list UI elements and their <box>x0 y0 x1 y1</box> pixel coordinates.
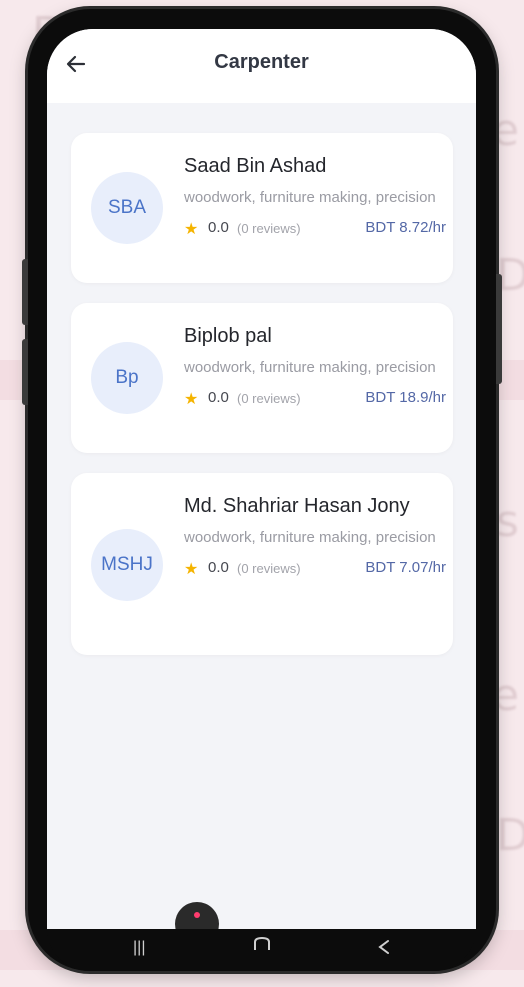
provider-card[interactable]: MSHJ Md. Shahriar Hasan Jony woodwork, f… <box>71 473 453 655</box>
phone-frame: Carpenter SBA Saad Bin Ashad woodwork, f… <box>22 9 502 971</box>
provider-info: Md. Shahriar Hasan Jony woodwork, furnit… <box>184 491 446 580</box>
provider-skills: woodwork, furniture making, precision <box>184 529 436 546</box>
backdrop-glyph: e <box>492 105 520 156</box>
provider-skills: woodwork, furniture making, precision <box>184 189 436 206</box>
rating-value: 0.0 <box>208 219 229 236</box>
avatar: MSHJ <box>91 529 163 601</box>
provider-card[interactable]: Bp Biplob pal woodwork, furniture making… <box>71 303 453 453</box>
system-nav-bar: ||| <box>47 929 476 971</box>
rating-value: 0.0 <box>208 389 229 406</box>
page-title: Carpenter <box>214 51 309 73</box>
rating-value: 0.0 <box>208 559 229 576</box>
backdrop-glyph: D <box>496 810 524 861</box>
provider-card[interactable]: SBA Saad Bin Ashad woodwork, furniture m… <box>71 133 453 283</box>
home-icon[interactable] <box>253 936 271 956</box>
provider-name: Biplob pal <box>184 325 272 347</box>
star-icon: ★ <box>184 221 199 238</box>
provider-meta: ★ 0.0 (0 reviews) BDT 7.07/hr <box>184 556 446 580</box>
power-button <box>496 274 502 384</box>
provider-meta: ★ 0.0 (0 reviews) BDT 8.72/hr <box>184 216 446 240</box>
volume-up-button <box>22 259 28 325</box>
notification-dot <box>194 912 200 918</box>
hourly-rate: BDT 8.72/hr <box>365 219 446 236</box>
backdrop-glyph: s <box>496 496 519 547</box>
review-count: (0 reviews) <box>237 391 301 406</box>
recents-icon[interactable]: ||| <box>133 939 145 957</box>
review-count: (0 reviews) <box>237 561 301 576</box>
star-icon: ★ <box>184 561 199 578</box>
provider-skills: woodwork, furniture making, precision <box>184 359 436 376</box>
avatar: Bp <box>91 342 163 414</box>
app-bar: Carpenter <box>47 29 476 103</box>
hourly-rate: BDT 7.07/hr <box>365 559 446 576</box>
provider-info: Biplob pal woodwork, furniture making, p… <box>184 321 446 410</box>
provider-name: Md. Shahriar Hasan Jony <box>184 495 410 517</box>
app-screen: Carpenter SBA Saad Bin Ashad woodwork, f… <box>47 29 476 929</box>
star-icon: ★ <box>184 391 199 408</box>
provider-list: SBA Saad Bin Ashad woodwork, furniture m… <box>71 133 453 675</box>
avatar: SBA <box>91 172 163 244</box>
review-count: (0 reviews) <box>237 221 301 236</box>
volume-down-button <box>22 339 28 405</box>
provider-meta: ★ 0.0 (0 reviews) BDT 18.9/hr <box>184 386 446 410</box>
back-icon[interactable] <box>377 939 391 960</box>
backdrop-glyph: e <box>492 670 520 721</box>
provider-info: Saad Bin Ashad woodwork, furniture makin… <box>184 151 446 240</box>
hourly-rate: BDT 18.9/hr <box>365 389 446 406</box>
provider-name: Saad Bin Ashad <box>184 155 327 177</box>
